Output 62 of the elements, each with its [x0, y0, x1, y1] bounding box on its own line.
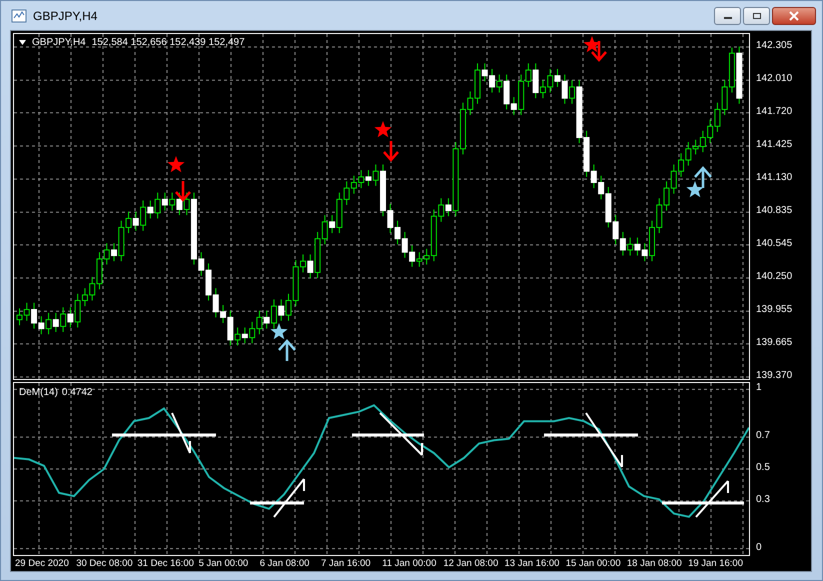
time-axis-label: 15 Jan 00:00 — [566, 558, 622, 569]
time-axis-label: 29 Dec 2020 — [15, 558, 70, 569]
chart-window-icon — [11, 8, 27, 24]
indicator-axis-label: 0 — [756, 542, 762, 554]
star-icon — [270, 323, 288, 340]
candlestick — [496, 74, 502, 94]
indicator-axis-label: 1 — [756, 382, 762, 394]
time-axis-label: 19 Jan 16:00 — [688, 558, 744, 569]
time-axis-label: 5 Jan 00:00 — [198, 558, 250, 569]
indicator-name: DeM(14) — [19, 387, 58, 398]
indicator-value: 0.4742 — [62, 387, 92, 398]
candlestick — [372, 164, 379, 186]
indicator-axis-label: 0.5 — [756, 462, 770, 474]
candlestick — [569, 80, 576, 104]
chart-symbol: GBPJPY,H4 — [32, 37, 86, 48]
down-arrow-icon — [590, 40, 608, 62]
price-axis-label: 142.010 — [756, 73, 792, 86]
candlestick — [169, 192, 176, 212]
window-title: GBPJPY,H4 — [33, 8, 98, 22]
maximize-icon — [752, 12, 762, 20]
price-axis-label: 141.425 — [756, 138, 792, 151]
maximize-button[interactable] — [743, 6, 770, 24]
time-axis-label: 18 Jan 08:00 — [626, 558, 683, 569]
price-axis-label: 140.545 — [756, 238, 792, 250]
candlestick — [627, 237, 634, 256]
price-axis-label: 139.955 — [756, 304, 792, 316]
time-axis-label: 6 Jan 08:00 — [260, 558, 310, 569]
time-axis-label: 11 Jan 00:00 — [382, 558, 438, 569]
minimize-button[interactable] — [714, 6, 741, 24]
candlestick — [140, 200, 146, 232]
price-axis-label: 141.130 — [756, 172, 792, 184]
time-axis-label: 7 Jan 16:00 — [320, 558, 372, 569]
price-axis-label: 141.720 — [756, 106, 792, 118]
candlestick — [46, 312, 52, 335]
star-icon — [167, 156, 185, 172]
up-arrow-icon — [694, 166, 712, 190]
candlestick — [60, 306, 66, 333]
close-button[interactable] — [772, 6, 816, 24]
close-icon — [788, 10, 800, 20]
time-axis-label: 30 Dec 08:00 — [76, 558, 134, 569]
star-icon — [374, 121, 392, 138]
candlestick — [184, 192, 190, 216]
indicator-axis-label: 0.7 — [756, 430, 770, 442]
dropdown-triangle-icon[interactable] — [19, 40, 26, 45]
price-axis-label: 142.305 — [756, 40, 792, 52]
time-axis-label: 31 Dec 16:00 — [137, 558, 195, 569]
up-arrow-icon — [278, 339, 296, 362]
time-axis-label: 13 Jan 16:00 — [504, 558, 560, 569]
price-axis-label: 139.665 — [756, 336, 792, 349]
candlestick — [234, 327, 241, 346]
indicator-axis-label: 0.3 — [756, 494, 770, 506]
star-icon — [583, 36, 601, 52]
price-axis-label: 139.370 — [756, 370, 792, 382]
candlestick — [270, 298, 277, 330]
price-axis-label: 140.835 — [756, 205, 792, 218]
price-axis-label: 140.250 — [756, 271, 792, 284]
down-arrow-icon — [174, 180, 192, 202]
time-axis-label: 12 Jan 08:00 — [443, 558, 500, 569]
price-quote: 152,584 152,656 152,439 152,497 — [92, 37, 245, 48]
down-arrow-icon — [382, 140, 400, 162]
candlestick — [154, 192, 161, 219]
star-icon — [686, 181, 704, 198]
